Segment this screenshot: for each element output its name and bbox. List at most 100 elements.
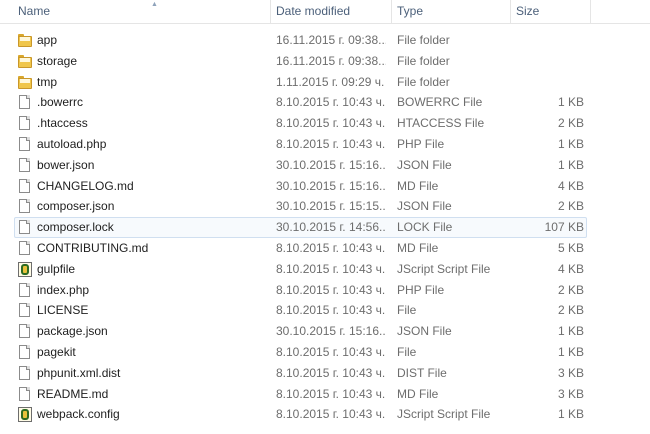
file-type: LOCK File [397, 220, 453, 235]
column-header-name-label: Name [18, 4, 51, 18]
file-icon [18, 157, 32, 173]
sort-ascending-icon: ▲ [151, 1, 158, 8]
script-icon [18, 407, 32, 423]
column-header-bar: Name ▲ Date modified Type Size [0, 0, 650, 24]
file-size: 4 KB [557, 178, 584, 193]
file-date-modified: 8.10.2015 г. 10:43 ч. [276, 345, 386, 359]
file-name: bower.json [37, 157, 95, 172]
file-name: CONTRIBUTING.md [37, 241, 149, 255]
file-row[interactable]: pagekit 8.10.2015 г. 10:43 ч. File 1 KB [14, 342, 587, 363]
file-row[interactable]: storage 16.11.2015 г. 09:38... File folder [14, 51, 587, 72]
file-icon [18, 220, 32, 235]
file-size: 2 KB [557, 303, 584, 318]
folder-icon [18, 33, 32, 48]
file-type: JSON File [397, 199, 452, 214]
file-type: File folder [397, 74, 450, 89]
file-name: CHANGELOG.md [37, 178, 134, 193]
file-row[interactable]: tmp 1.11.2015 г. 09:29 ч. File folder [14, 72, 587, 93]
file-name: phpunit.xml.dist [37, 365, 121, 380]
file-name: webpack.config [37, 407, 120, 422]
column-divider[interactable] [590, 0, 591, 23]
file-type: MD File [397, 386, 439, 401]
file-name: pagekit [37, 345, 76, 359]
file-date-modified: 8.10.2015 г. 10:43 ч. [276, 407, 386, 422]
file-row[interactable]: bower.json 30.10.2015 г. 15:16... JSON Fil… [14, 155, 587, 176]
column-header-type-label: Type [397, 4, 424, 18]
file-row[interactable]: .htaccess 8.10.2015 г. 10:43 ч. HTACCESS F… [14, 113, 587, 134]
file-icon [18, 282, 32, 298]
file-icon [18, 303, 32, 318]
file-size: 2 KB [557, 116, 584, 131]
file-row[interactable]: webpack.config 8.10.2015 г. 10:43 ч. JScri… [14, 404, 587, 425]
file-date-modified: 16.11.2015 г. 09:38... [276, 33, 386, 47]
file-name: composer.json [37, 199, 115, 214]
file-row[interactable]: composer.json 30.10.2015 г. 15:15... JSON … [14, 196, 587, 217]
file-type: HTACCESS File [397, 116, 485, 131]
file-row[interactable]: autoload.php 8.10.2015 г. 10:43 ч. PHP Fil… [14, 134, 587, 155]
column-header-date-label: Date modified [276, 4, 351, 18]
file-name: gulpfile [37, 261, 76, 276]
file-type: JSON File [397, 157, 452, 172]
file-row[interactable]: CHANGELOG.md 30.10.2015 г. 15:16... MD Fil… [14, 176, 587, 197]
file-type: File folder [397, 33, 450, 47]
file-icon [18, 199, 32, 214]
file-type: File [397, 303, 417, 318]
file-row[interactable]: gulpfile 8.10.2015 г. 10:43 ч. JScript Scr… [14, 259, 587, 280]
script-icon [18, 261, 32, 277]
file-date-modified: 8.10.2015 г. 10:43 ч. [276, 116, 386, 131]
file-name: tmp [37, 74, 58, 89]
file-icon [18, 365, 32, 381]
file-type: PHP File [397, 282, 445, 297]
file-type: File [397, 345, 417, 359]
file-date-modified: 30.10.2015 г. 15:15... [276, 199, 386, 214]
file-icon [18, 178, 32, 194]
file-icon [18, 95, 32, 110]
file-name: index.php [37, 282, 90, 297]
file-name: composer.lock [37, 220, 114, 235]
file-icon [18, 241, 32, 256]
column-header-type[interactable]: Type [392, 0, 510, 23]
file-icon [18, 324, 32, 339]
column-header-size-label: Size [516, 4, 540, 18]
file-row[interactable]: app 16.11.2015 г. 09:38... File folder [14, 30, 587, 51]
file-type: PHP File [397, 137, 445, 151]
file-row[interactable]: README.md 8.10.2015 г. 10:43 ч. MD File 3 K… [14, 384, 587, 405]
file-row[interactable]: index.php 8.10.2015 г. 10:43 ч. PHP File 2 … [14, 280, 587, 301]
file-type: MD File [397, 178, 439, 193]
file-size: 5 KB [557, 241, 584, 255]
file-size: 1 KB [557, 324, 584, 339]
file-size: 1 KB [557, 345, 584, 359]
file-date-modified: 8.10.2015 г. 10:43 ч. [276, 241, 386, 255]
file-icon [18, 116, 32, 131]
file-size: 107 KB [544, 220, 584, 235]
file-date-modified: 16.11.2015 г. 09:38... [276, 53, 386, 68]
file-name: storage [37, 53, 78, 68]
file-row[interactable]: LICENSE 8.10.2015 г. 10:43 ч. File 2 KB [14, 300, 587, 321]
file-type: DIST File [397, 365, 447, 380]
column-header-date-modified[interactable]: Date modified [271, 0, 391, 23]
file-date-modified: 30.10.2015 г. 15:16... [276, 157, 386, 172]
file-row[interactable]: CONTRIBUTING.md 8.10.2015 г. 10:43 ч. MD F… [14, 238, 587, 259]
file-date-modified: 8.10.2015 г. 10:43 ч. [276, 386, 386, 401]
file-size: 3 KB [557, 365, 584, 380]
column-header-size[interactable]: Size [511, 0, 590, 23]
file-row[interactable]: composer.lock 30.10.2015 г. 14:56... LOCK … [14, 217, 587, 239]
file-name: autoload.php [37, 137, 107, 151]
file-row[interactable]: .bowerrc 8.10.2015 г. 10:43 ч. BOWERRC Fil… [14, 92, 587, 113]
file-type: JScript Script File [397, 261, 491, 276]
file-row[interactable]: package.json 30.10.2015 г. 15:16... JSON F… [14, 321, 587, 342]
file-icon [18, 386, 32, 402]
column-header-name[interactable]: Name ▲ [13, 0, 270, 23]
file-date-modified: 8.10.2015 г. 10:43 ч. [276, 282, 386, 297]
file-row[interactable]: phpunit.xml.dist 8.10.2015 г. 10:43 ч. DIS… [14, 363, 587, 384]
file-name: app [37, 33, 58, 47]
file-date-modified: 1.11.2015 г. 09:29 ч. [276, 74, 385, 89]
file-name: LICENSE [37, 303, 89, 318]
file-name: .htaccess [37, 116, 88, 131]
file-name: package.json [37, 324, 108, 339]
file-size [512, 31, 584, 50]
file-icon [18, 137, 32, 152]
file-date-modified: 8.10.2015 г. 10:43 ч. [276, 261, 386, 276]
file-date-modified: 8.10.2015 г. 10:43 ч. [276, 95, 386, 110]
file-date-modified: 8.10.2015 г. 10:43 ч. [276, 365, 386, 380]
